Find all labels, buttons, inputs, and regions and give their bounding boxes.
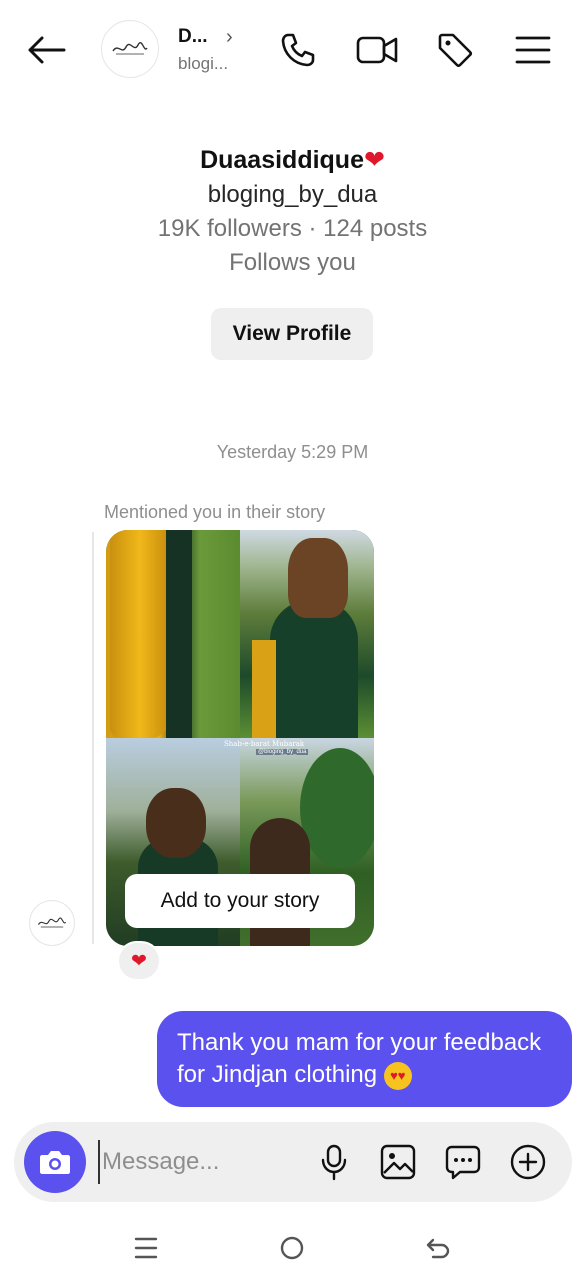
profile-name-text: Duaasiddique <box>200 146 364 174</box>
photo-detail <box>252 640 276 738</box>
story-photo-1 <box>106 530 240 738</box>
tag-button[interactable] <box>433 28 477 72</box>
video-icon <box>356 36 398 64</box>
signature-logo <box>112 42 148 55</box>
follows-you-label: Follows you <box>229 249 356 276</box>
story-photo-2 <box>240 530 374 738</box>
recent-apps-button[interactable] <box>126 1230 166 1266</box>
call-button[interactable] <box>276 28 320 72</box>
story-mention-label: Mentioned you in their story <box>104 502 326 522</box>
header-name: D... <box>178 26 208 47</box>
add-icon <box>510 1144 546 1180</box>
back-nav-icon <box>426 1238 450 1259</box>
chat-bubble-icon <box>445 1145 481 1180</box>
photo-detail <box>300 748 374 868</box>
profile-name: Duaasiddique❤ <box>0 145 585 175</box>
gallery-button[interactable] <box>376 1140 420 1184</box>
outgoing-message-text: Thank you mam for your feedback for Jind… <box>177 1029 542 1088</box>
story-caption: Shab-e-barat Mubarak <box>224 740 305 748</box>
microphone-icon <box>321 1144 347 1181</box>
system-nav-bar <box>0 1215 585 1280</box>
phone-icon <box>281 33 315 67</box>
profile-username: bloging_by_dua <box>207 181 378 208</box>
add-to-story-button[interactable]: Add to your story <box>125 874 355 928</box>
menu-button[interactable] <box>511 28 555 72</box>
chat-header: D... blogi... › <box>0 0 585 100</box>
reply-divider <box>92 532 94 944</box>
video-call-button[interactable] <box>355 28 399 72</box>
outgoing-message-bubble[interactable]: Thank you mam for your feedback for Jind… <box>157 1011 572 1107</box>
profile-stats: 19K followers · 124 posts <box>157 215 428 242</box>
signature-logo <box>37 917 67 928</box>
photo-detail <box>146 788 206 858</box>
header-avatar[interactable] <box>101 20 159 78</box>
view-profile-button[interactable]: View Profile <box>211 308 373 360</box>
heart-emoji: ❤ <box>363 146 385 174</box>
sender-avatar[interactable] <box>29 900 75 946</box>
chevron-right-icon: › <box>226 26 233 48</box>
header-names[interactable]: D... blogi... <box>178 26 258 74</box>
back-button[interactable] <box>24 30 68 70</box>
heart-eyes-emoji: ♥♥ <box>383 1061 412 1090</box>
photo-detail <box>110 530 170 738</box>
camera-button[interactable] <box>24 1131 86 1193</box>
photo-detail <box>166 530 192 738</box>
chat-options-button[interactable] <box>441 1140 485 1184</box>
photo-detail <box>288 538 348 618</box>
back-nav-button[interactable] <box>418 1230 458 1266</box>
tag-icon <box>438 33 473 68</box>
message-timestamp: Yesterday 5:29 PM <box>216 442 369 462</box>
header-username: blogi... <box>178 54 229 73</box>
home-button[interactable] <box>272 1230 312 1266</box>
voice-message-button[interactable] <box>312 1140 356 1184</box>
menu-icon <box>515 36 551 64</box>
heart-reaction[interactable]: ❤ <box>117 941 161 981</box>
home-icon <box>280 1236 304 1260</box>
message-input[interactable] <box>98 1140 298 1184</box>
profile-summary: Duaasiddique❤ bloging_by_dua 19K followe… <box>0 145 585 277</box>
back-arrow-icon <box>28 36 66 64</box>
recent-apps-icon <box>134 1237 158 1259</box>
camera-icon <box>40 1151 70 1174</box>
add-attachment-button[interactable] <box>506 1140 550 1184</box>
story-mention-card[interactable]: Shab-e-barat Mubarak @bloging_by_dua Add… <box>106 530 374 946</box>
photo-detail <box>270 600 358 738</box>
gallery-icon <box>380 1144 416 1180</box>
story-mention-tag: @bloging_by_dua <box>256 749 309 755</box>
message-composer <box>14 1122 572 1202</box>
